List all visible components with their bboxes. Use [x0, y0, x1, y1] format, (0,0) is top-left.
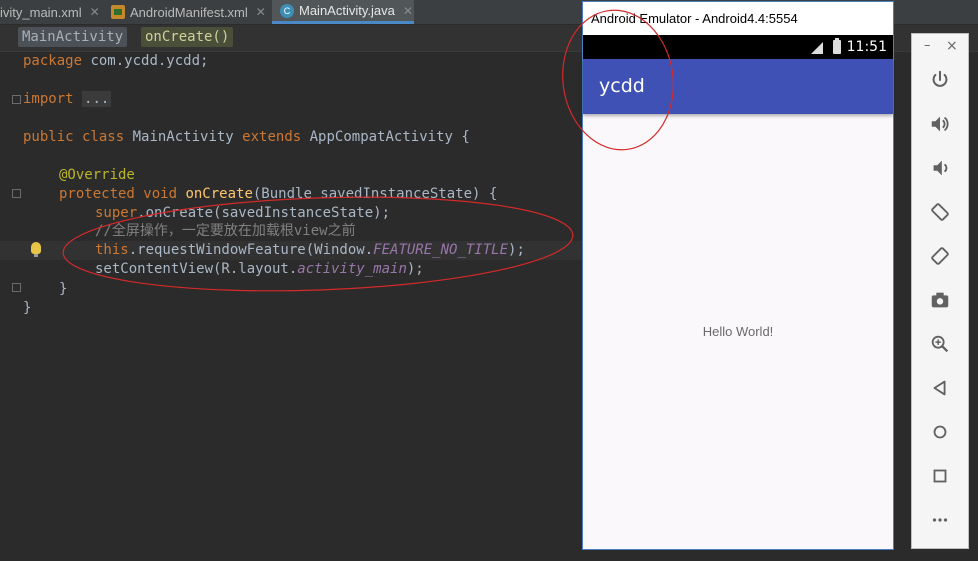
app-title: ycdd: [599, 75, 645, 97]
constant: activity_main: [297, 261, 407, 277]
keyword: protected void: [59, 186, 186, 202]
minimize-button[interactable]: –: [924, 38, 931, 53]
zoom-button[interactable]: [926, 330, 954, 358]
punctuation: );: [508, 242, 525, 258]
constant: FEATURE_NO_TITLE: [373, 242, 509, 258]
code-line-comment: //全屏操作，一定要放在加载根view之前: [95, 223, 356, 239]
volume-down-button[interactable]: [926, 154, 954, 182]
tab-label: AndroidManifest.xml: [130, 4, 248, 20]
tab-label: MainActivity.java: [299, 3, 395, 18]
screenshot-button[interactable]: [926, 286, 954, 314]
more-button[interactable]: [926, 506, 954, 534]
camera-icon: [931, 292, 949, 308]
xml-file-icon: [111, 5, 125, 19]
code-line-super: super.onCreate(savedInstanceState);: [95, 204, 390, 223]
close-button[interactable]: ×: [946, 38, 958, 54]
code-line-method: protected void onCreate(Bundle savedInst…: [59, 185, 497, 204]
lightbulb-icon[interactable]: [31, 242, 41, 257]
tab-activity-main-xml[interactable]: ivity_main.xml ✕: [0, 0, 100, 24]
power-icon: [932, 70, 948, 87]
more-icon: [932, 518, 948, 522]
keyword: public: [23, 129, 74, 145]
tab-label: ivity_main.xml: [0, 4, 82, 20]
fold-end-icon[interactable]: [12, 283, 21, 292]
java-class-icon: C: [280, 3, 294, 18]
keyword: import: [23, 91, 74, 107]
folded-imports[interactable]: ...: [82, 91, 112, 107]
method-name: onCreate: [185, 186, 253, 202]
zoom-icon: [931, 335, 949, 353]
keyword: super: [95, 205, 138, 221]
method-call: .onCreate(savedInstanceState);: [137, 205, 391, 221]
home-icon: [933, 425, 947, 439]
overview-button[interactable]: [926, 462, 954, 490]
punctuation: );: [406, 261, 424, 277]
app-bar: ycdd: [583, 59, 893, 114]
back-icon: [933, 380, 946, 396]
volume-up-icon: [931, 116, 949, 132]
method-call: .requestWindowFeature(Window.: [128, 242, 374, 258]
battery-icon: [833, 38, 841, 54]
volume-up-button[interactable]: [926, 110, 954, 138]
rotate-left-icon: [931, 203, 949, 221]
emulator-title: Android Emulator - Android4.4:5554: [583, 2, 893, 35]
breadcrumb-method[interactable]: onCreate(): [141, 27, 234, 47]
rotate-right-icon: [931, 247, 949, 265]
breadcrumb-class[interactable]: MainActivity: [18, 27, 128, 47]
code-line-close-class: }: [23, 300, 32, 316]
emulator-window: Android Emulator - Android4.4:5554 11:51…: [582, 1, 894, 550]
tab-main-activity-java[interactable]: C MainActivity.java ✕: [272, 0, 414, 24]
tab-android-manifest[interactable]: AndroidManifest.xml ✕: [105, 0, 270, 24]
fold-expand-icon[interactable]: [12, 95, 21, 104]
rotate-right-button[interactable]: [926, 242, 954, 270]
status-time: 11:51: [846, 39, 887, 55]
keyword: class: [73, 129, 133, 145]
code-line-class: public class MainActivity extends AppCom…: [23, 128, 470, 147]
code-line-annotation: @Override: [59, 167, 135, 183]
home-button[interactable]: [926, 418, 954, 446]
code-line-import: import ...: [23, 90, 112, 109]
keyword: package: [23, 53, 83, 69]
volume-down-icon: [933, 160, 948, 176]
code-line-package: package com.ycdd.ycdd;: [23, 52, 208, 71]
package-name: com.ycdd.ycdd;: [82, 53, 209, 69]
code-line-setcontent: setContentView(R.layout.activity_main);: [95, 260, 424, 279]
close-icon[interactable]: ✕: [90, 5, 100, 19]
method-call: setContentView(R.layout.: [95, 261, 298, 277]
hello-text: Hello World!: [702, 324, 774, 339]
class-name: MainActivity: [132, 129, 243, 145]
fold-collapse-icon[interactable]: [12, 189, 21, 198]
emulator-toolbar: – ×: [911, 33, 969, 549]
method-params: (Bundle savedInstanceState) {: [252, 186, 498, 202]
close-icon[interactable]: ✕: [403, 4, 413, 18]
keyword: extends: [242, 129, 302, 145]
close-icon[interactable]: ✕: [256, 5, 266, 19]
superclass-name: AppCompatActivity {: [301, 129, 470, 145]
status-bar: 11:51: [583, 35, 893, 59]
keyword: this: [95, 242, 129, 258]
overview-icon: [933, 469, 947, 483]
code-line-request-window: this.requestWindowFeature(Window.FEATURE…: [95, 241, 525, 260]
signal-icon: [811, 42, 823, 54]
power-button[interactable]: [926, 66, 954, 94]
rotate-left-button[interactable]: [926, 198, 954, 226]
back-button[interactable]: [926, 374, 954, 402]
code-line-close-method: }: [59, 281, 68, 297]
